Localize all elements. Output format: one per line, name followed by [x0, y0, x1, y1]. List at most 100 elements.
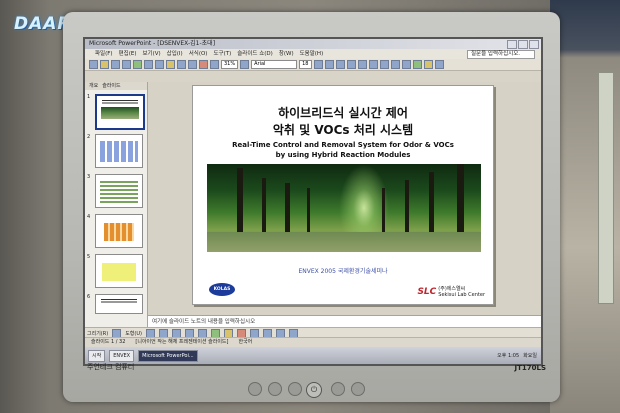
align-left-icon[interactable] [357, 60, 367, 69]
photo-tree [405, 180, 409, 238]
thumbnail-text [102, 100, 138, 105]
autoshape-menu[interactable]: 도형(U) [125, 330, 142, 337]
font-select[interactable]: Arial [251, 60, 298, 69]
slc-logo: SLC (주)에스엘씨 Sekisui Lab Center [417, 286, 485, 298]
photo-tree [262, 178, 266, 238]
monitor-model: JT170LS [514, 364, 547, 372]
monitor-button[interactable] [268, 382, 282, 396]
menu-format[interactable]: 서식(O) [189, 49, 208, 59]
menu-insert[interactable]: 삽입(I) [167, 49, 183, 59]
monitor-button[interactable] [331, 382, 345, 396]
thumbnail-number: 3 [87, 174, 91, 180]
thumbnail-graphic [100, 141, 138, 162]
slide-title-korean-2[interactable]: 악취 및 VOCs 처리 시스템 [193, 121, 493, 138]
help-input[interactable]: 질문을 입력하십시오. [467, 50, 535, 59]
bullets-icon[interactable] [401, 60, 411, 69]
slide-thumbnail-pane: 개요 슬라이드 1 2 3 4 5 6 [85, 82, 148, 328]
zoom-select[interactable]: 31% [221, 60, 239, 69]
slide-thumbnail-2[interactable] [95, 134, 143, 168]
thumbnail-number: 4 [87, 214, 91, 220]
clock[interactable]: 오후 1:05 [497, 352, 519, 359]
photo-tree [382, 188, 385, 238]
slide-thumbnail-6[interactable] [95, 294, 143, 314]
menu-view[interactable]: 보기(V) [142, 49, 160, 59]
monitor-brand: 주연테크 컴퓨터 [87, 363, 135, 371]
monitor-button[interactable] [288, 382, 302, 396]
slc-logo-mark: SLC [417, 287, 437, 297]
font-color-icon[interactable] [412, 60, 422, 69]
tab-slides[interactable]: 슬라이드 [102, 82, 120, 90]
new-slide-icon[interactable] [434, 60, 444, 69]
cut-icon[interactable] [144, 60, 153, 69]
photo-tree [307, 188, 310, 238]
language-indicator: 한국어 [238, 339, 253, 345]
slide-thumbnail-4[interactable] [95, 214, 143, 248]
save-icon[interactable] [111, 60, 120, 69]
font-size-select[interactable]: 18 [299, 60, 312, 69]
numbering-icon[interactable] [390, 60, 400, 69]
thumbnail-text [101, 299, 137, 304]
photo-tree [429, 172, 434, 238]
copy-icon[interactable] [155, 60, 164, 69]
paste-icon[interactable] [166, 60, 175, 69]
thumbnail-graphic [100, 181, 138, 203]
align-center-icon[interactable] [368, 60, 378, 69]
wall-right [550, 0, 620, 413]
slide-title-english-2[interactable]: by using Hybrid Reaction Modules [193, 151, 493, 159]
thumbnail-photo [101, 107, 139, 119]
underline-icon[interactable] [335, 60, 345, 69]
draw-menu[interactable]: 그리기(R) [87, 330, 108, 337]
seminar-subtitle[interactable]: ENVEX 2005 국제환경기술세미나 [193, 266, 493, 275]
minimize-button[interactable] [507, 40, 517, 49]
print-icon[interactable] [122, 60, 131, 69]
current-slide[interactable]: 하이브리드식 실시간 제어 악취 및 VOCs 처리 시스템 Real-Time… [192, 85, 494, 305]
power-icon[interactable]: ⏻ [306, 382, 322, 398]
menu-window[interactable]: 창(W) [279, 49, 294, 59]
kolas-logo: KOLAS [209, 283, 235, 296]
photo-tree [237, 168, 243, 238]
bold-icon[interactable] [313, 60, 323, 69]
window-title: Microsoft PowerPoint - [DSENVEX-김1-초대] [89, 40, 216, 47]
maximize-button[interactable] [518, 40, 528, 49]
photo-tree [285, 183, 290, 238]
slide-counter: 슬라이드 1 / 32 [91, 339, 126, 345]
menu-help[interactable]: 도움말(H) [300, 49, 324, 59]
title-bar: Microsoft PowerPoint - [DSENVEX-김1-초대] [85, 39, 541, 49]
slide-thumbnail-1[interactable] [95, 94, 145, 130]
slide-title-korean-1[interactable]: 하이브리드식 실시간 제어 [193, 104, 493, 121]
open-icon[interactable] [100, 60, 109, 69]
thumbnail-number: 6 [87, 294, 91, 300]
menu-edit[interactable]: 편집(E) [119, 49, 137, 59]
monitor-button[interactable] [351, 382, 365, 396]
menu-bar: 파일(F) 편집(E) 보기(V) 삽입(I) 서식(O) 도구(T) 슬라이드… [85, 49, 541, 59]
undo-icon[interactable] [177, 60, 186, 69]
help-icon[interactable] [240, 60, 250, 69]
spell-icon[interactable] [133, 60, 142, 69]
monitor-bezel: 주연테크 컴퓨터 JT170LS ⏻ [63, 360, 560, 402]
italic-icon[interactable] [324, 60, 334, 69]
new-icon[interactable] [89, 60, 98, 69]
design-template-name: [니아이언 작는 해체 프레젠테이션 슬라이드] [135, 339, 229, 345]
menu-tools[interactable]: 도구(T) [213, 49, 231, 59]
slc-logo-subname: Sekisui Lab Center [438, 292, 485, 298]
redo-icon[interactable] [188, 60, 197, 69]
slc-logo-text: (주)에스엘씨 Sekisui Lab Center [438, 286, 485, 298]
table-icon[interactable] [210, 60, 219, 69]
wall-poster [598, 72, 614, 304]
monitor-button[interactable] [248, 382, 262, 396]
day-label: 화요일 [523, 353, 537, 359]
pane-tabs: 개요 슬라이드 [85, 82, 147, 90]
shadow-icon[interactable] [346, 60, 356, 69]
slide-thumbnail-5[interactable] [95, 254, 143, 288]
workspace: 개요 슬라이드 1 2 3 4 5 6 하이브리드식 실시간 제어 악취 및 V… [85, 82, 541, 328]
menu-slideshow[interactable]: 슬라이드 쇼(D) [237, 49, 273, 59]
design-icon[interactable] [423, 60, 433, 69]
chart-icon[interactable] [199, 60, 208, 69]
slide-thumbnail-3[interactable] [95, 174, 143, 208]
forest-road-photo[interactable] [207, 164, 481, 252]
tab-outline[interactable]: 개요 [89, 82, 98, 90]
close-button[interactable] [529, 40, 539, 49]
align-right-icon[interactable] [379, 60, 389, 69]
menu-file[interactable]: 파일(F) [95, 49, 113, 59]
slide-title-english-1[interactable]: Real-Time Control and Removal System for… [193, 141, 493, 149]
